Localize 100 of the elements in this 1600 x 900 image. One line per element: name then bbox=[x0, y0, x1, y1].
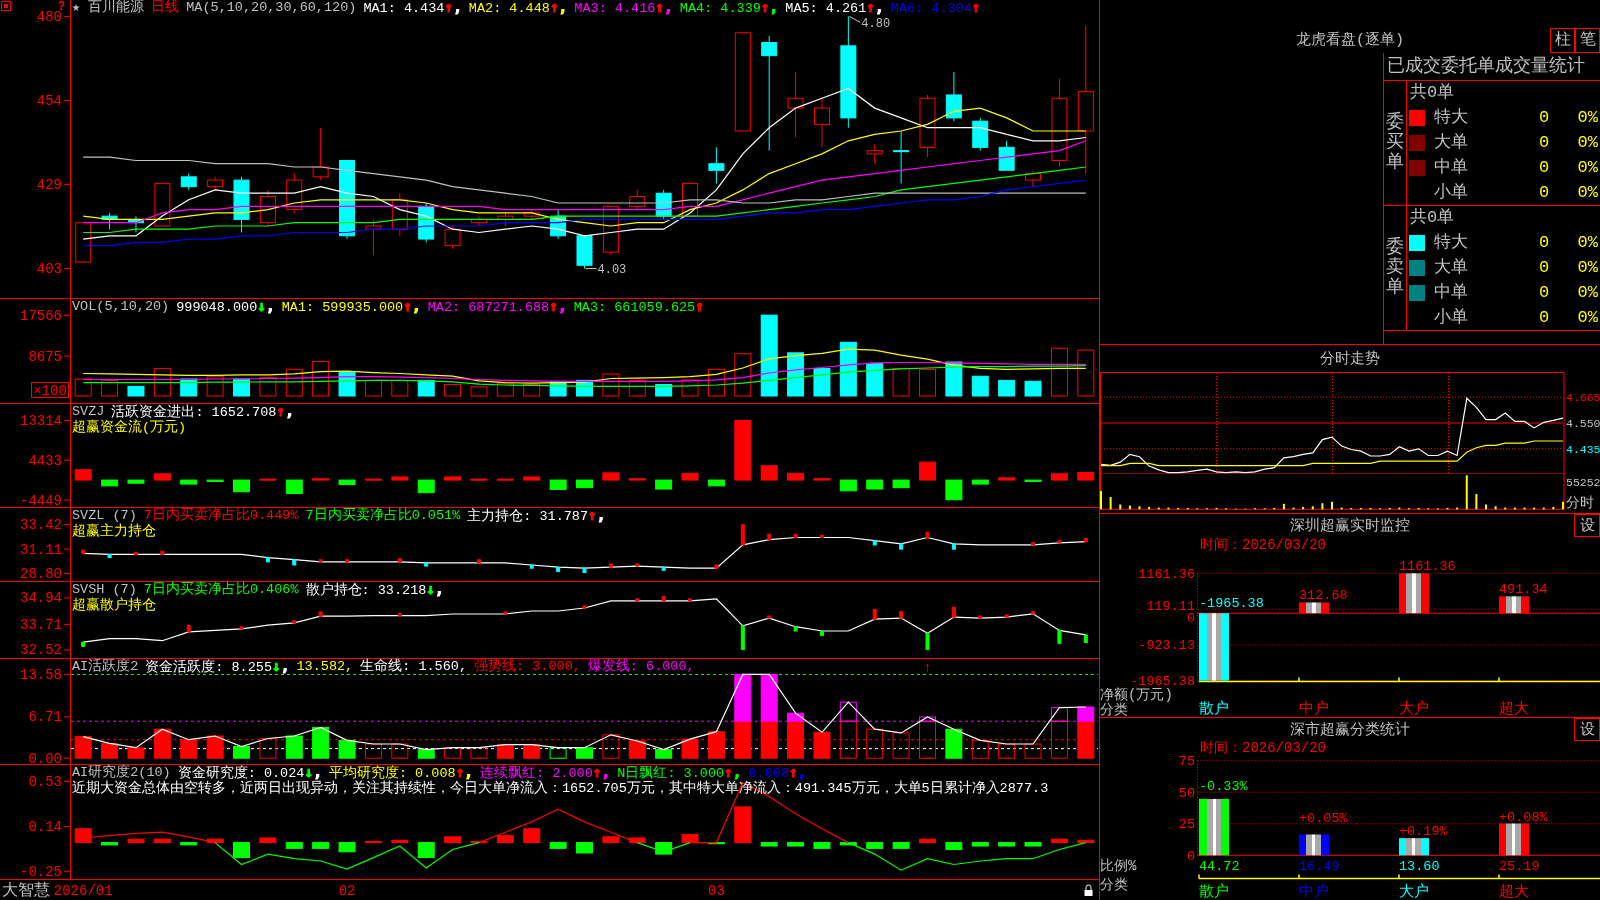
timestamp-label: 时间：2026/03/20 bbox=[1200, 536, 1326, 554]
order-percent: 0% bbox=[1577, 232, 1598, 253]
chart-legend-item: 活跃资金进出: 1652.708↑, bbox=[111, 404, 294, 420]
order-size-label: 小单 bbox=[1434, 182, 1468, 203]
category-label: 散户 bbox=[1199, 701, 1229, 717]
order-total: 共0单 bbox=[1410, 208, 1455, 228]
axis-label: 13.58 bbox=[20, 667, 62, 683]
group-label: 委卖单 bbox=[1386, 238, 1404, 298]
axis-label: 403 bbox=[36, 261, 62, 278]
chart-legend-item: 强势线: 3.000, bbox=[474, 659, 581, 675]
chart-legend-item: MA1: 4.434↑, bbox=[363, 0, 462, 16]
axis-label: 33.42 bbox=[20, 517, 62, 534]
category-label: 散户 bbox=[1199, 884, 1229, 900]
axis-label: 50 bbox=[1178, 785, 1195, 801]
category-label: 超大 bbox=[1499, 701, 1529, 717]
chart-title: AI研究度2(10) bbox=[72, 765, 171, 780]
timestamp-label: 时间：2026/03/20 bbox=[1200, 739, 1326, 757]
chart-legend-item: 散户持仓: 33.218↓, bbox=[305, 582, 444, 598]
value-label: 1161.36 bbox=[1399, 559, 1456, 575]
lock-icon[interactable] bbox=[1084, 884, 1093, 896]
chart-caption: 超赢资金流(万元) bbox=[72, 420, 187, 435]
chart-legend-item: 主力持仓: 31.787↑, bbox=[467, 508, 606, 524]
axis-label: 33.71 bbox=[20, 616, 62, 633]
axis-label: 0.00 bbox=[28, 750, 62, 765]
order-count: 0 bbox=[1538, 182, 1550, 203]
category-label: 中户 bbox=[1299, 701, 1329, 717]
panel-title: 深圳超赢实时监控 bbox=[1290, 516, 1410, 535]
settings-button[interactable]: 设 bbox=[1574, 514, 1600, 537]
pane-label: 分时 bbox=[1566, 495, 1594, 511]
chart-legend-item: MA4: 4.339↑, bbox=[679, 0, 779, 16]
chart-legend-item: MA5: 4.261↑, bbox=[785, 0, 884, 16]
chart-legend-item: 13.582, bbox=[296, 659, 354, 675]
chart-legend-item: 7日内买卖净占比0.051% bbox=[305, 508, 461, 524]
price-callout: 4.03 bbox=[585, 262, 627, 277]
order-count: 0 bbox=[1538, 257, 1550, 278]
settings-button[interactable]: 设 bbox=[1574, 718, 1600, 741]
axis-label: 429 bbox=[36, 176, 62, 193]
category-label: 大户 bbox=[1399, 884, 1429, 900]
chart-legend-item: MA2: 687271.688↑, bbox=[427, 299, 567, 315]
order-percent: 0% bbox=[1577, 132, 1598, 153]
order-count: 0 bbox=[1538, 307, 1550, 328]
value-label: 491.34 bbox=[1499, 582, 1548, 598]
price-callout: 4.80 bbox=[848, 15, 891, 32]
order-size-label: 大单 bbox=[1434, 132, 1468, 153]
change-label: +0.08% bbox=[1499, 809, 1548, 825]
axis-label: 25 bbox=[1178, 817, 1195, 833]
view-toggle-button[interactable]: 柱 bbox=[1550, 28, 1575, 53]
date-label: 03 bbox=[708, 883, 725, 899]
axis-label: 454 bbox=[36, 93, 62, 110]
chart-title: VOL(5,10,20) bbox=[72, 299, 170, 315]
chart-legend-item: 7日内买卖净占比0.449% bbox=[143, 508, 299, 524]
order-count: 0 bbox=[1538, 157, 1550, 178]
signal-arrow: ↑ bbox=[923, 660, 932, 676]
axis-title: 分类 bbox=[1100, 702, 1128, 717]
axis-label: -923.13 bbox=[1138, 638, 1195, 654]
axis-label: 17566 bbox=[20, 307, 62, 324]
order-percent: 0% bbox=[1577, 257, 1598, 278]
chart-title: SVSH (7) bbox=[72, 582, 137, 597]
value-label: 44.72 bbox=[1199, 859, 1240, 874]
category-label: 大户 bbox=[1399, 701, 1429, 717]
axis-label: 31.11 bbox=[20, 541, 62, 558]
axis-label: -4449 bbox=[20, 492, 62, 508]
order-percent: 0% bbox=[1577, 307, 1598, 328]
chart-legend-item: 999048.000↓, bbox=[176, 299, 275, 315]
chart-legend-item: 爆发线: 6.000, bbox=[587, 659, 695, 675]
order-percent: 0% bbox=[1577, 107, 1598, 128]
axis-label: 0 bbox=[1186, 848, 1195, 864]
category-label: 中户 bbox=[1299, 884, 1329, 900]
axis-label: 75 bbox=[1178, 755, 1195, 770]
change-label: +0.19% bbox=[1399, 824, 1448, 840]
value-label: 16.49 bbox=[1299, 859, 1340, 874]
group-label: 委买单 bbox=[1386, 113, 1404, 173]
square-icon[interactable] bbox=[1, 1, 11, 11]
axis-label: -0.25 bbox=[20, 863, 62, 880]
order-count: 0 bbox=[1538, 107, 1550, 128]
axis-label: 4.435 bbox=[1566, 442, 1600, 456]
axis-label: 1161.36 bbox=[1138, 566, 1195, 582]
date-label: 02 bbox=[338, 883, 356, 899]
chart-legend-item: MA(5,10,20,30,60,120) bbox=[186, 0, 357, 16]
order-percent: 0% bbox=[1577, 182, 1598, 203]
category-label: 超大 bbox=[1499, 884, 1529, 900]
chart-caption: 超赢主力持仓 bbox=[72, 524, 156, 539]
chart-legend-item: MA6: 4.304↑ bbox=[890, 0, 981, 16]
axis-label: 13314 bbox=[20, 412, 62, 429]
annotation: 4.03 bbox=[597, 262, 627, 277]
volume-peak-label: 55252 bbox=[1566, 476, 1600, 489]
change-label: -0.33% bbox=[1199, 779, 1248, 795]
panel-title: 龙虎看盘(逐单) bbox=[1296, 32, 1404, 50]
chart-legend-item: N日飘红: 3.000↑, bbox=[617, 765, 742, 781]
unit-label: ×100 bbox=[31, 382, 69, 399]
order-size-label: 大单 bbox=[1434, 257, 1468, 278]
order-total: 共0单 bbox=[1410, 83, 1455, 103]
axis-label: 4433 bbox=[28, 452, 62, 469]
chart-legend-item: 0.008↑, bbox=[748, 765, 807, 781]
view-toggle-button[interactable]: 笔 bbox=[1575, 28, 1600, 53]
axis-label: 4.665 bbox=[1566, 391, 1600, 405]
axis-label: 32.52 bbox=[20, 642, 62, 659]
chart-title: AI活跃度2 bbox=[72, 659, 139, 675]
order-size-label: 中单 bbox=[1434, 282, 1468, 303]
panel-title: 分时走势 bbox=[1320, 349, 1380, 368]
